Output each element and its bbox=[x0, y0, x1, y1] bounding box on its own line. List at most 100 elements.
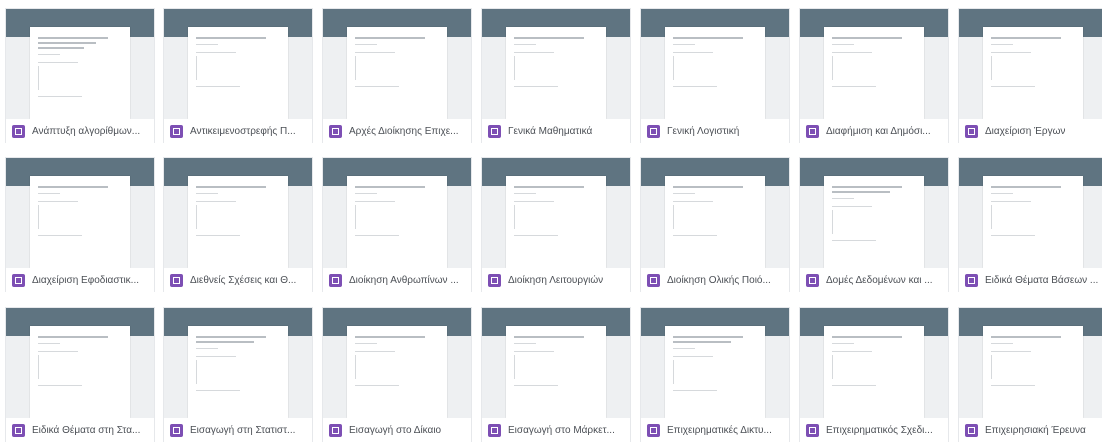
file-card[interactable]: Εισαγωγή στο Δίκαιο bbox=[322, 307, 472, 442]
thumbnail-page bbox=[983, 27, 1083, 119]
file-label-row[interactable]: Αρχές Διοίκησης Επιχε... bbox=[323, 119, 471, 143]
thumbnail-question-line bbox=[514, 86, 558, 87]
file-label-row[interactable]: Αντικειμενοστρεφής Π... bbox=[164, 119, 312, 143]
file-card[interactable]: Αρχές Διοίκησης Επιχε... bbox=[322, 8, 472, 143]
file-label-row[interactable]: Εισαγωγή στη Στατιστ... bbox=[164, 418, 312, 442]
thumbnail-subtext-line bbox=[38, 193, 60, 194]
thumbnail-question-line bbox=[514, 385, 558, 386]
thumbnail-title-line bbox=[355, 37, 425, 39]
file-card[interactable]: Διοίκηση Ολικής Ποιό... bbox=[640, 157, 790, 292]
file-label-row[interactable]: Διαχείριση Έργων bbox=[959, 119, 1102, 143]
forms-icon bbox=[170, 124, 183, 138]
file-card[interactable]: Επιχειρηματικός Σχεδι... bbox=[799, 307, 949, 442]
thumbnail-title-line bbox=[514, 336, 584, 338]
file-card[interactable]: Ανάπτυξη αλγορίθμων... bbox=[5, 8, 155, 143]
forms-icon bbox=[329, 124, 342, 138]
file-thumbnail bbox=[164, 9, 312, 119]
thumbnail-subtext-line bbox=[514, 343, 536, 344]
file-label-row[interactable]: Διοίκηση Ανθρωπίνων ... bbox=[323, 268, 471, 292]
file-card[interactable]: Επιχειρησιακή Έρευνα bbox=[958, 307, 1102, 442]
file-name: Δομές Δεδομένων και ... bbox=[826, 274, 933, 286]
file-label-row[interactable]: Δομές Δεδομένων και ... bbox=[800, 268, 948, 292]
file-label-row[interactable]: Γενικά Μαθηματικά bbox=[482, 119, 630, 143]
file-label-row[interactable]: Διοίκηση Λειτουργιών bbox=[482, 268, 630, 292]
thumbnail-title-line bbox=[355, 186, 425, 188]
file-name: Διαφήμιση και Δημόσι... bbox=[826, 125, 931, 137]
forms-icon bbox=[647, 124, 660, 138]
forms-icon bbox=[965, 423, 978, 437]
thumbnail-title-line bbox=[38, 37, 108, 39]
file-card[interactable]: Δομές Δεδομένων και ... bbox=[799, 157, 949, 292]
file-name: Επιχειρησιακή Έρευνα bbox=[985, 424, 1086, 436]
thumbnail-question-line bbox=[991, 52, 1031, 53]
file-label-row[interactable]: Γενική Λογιστική bbox=[641, 119, 789, 143]
file-name: Γενικά Μαθηματικά bbox=[508, 125, 593, 137]
file-label-row[interactable]: Ειδικά Θέματα στη Στα... bbox=[6, 418, 154, 442]
thumbnail-question-line bbox=[38, 62, 78, 63]
forms-icon bbox=[647, 273, 660, 287]
forms-icon bbox=[488, 423, 501, 437]
thumbnail-subtext-line bbox=[991, 44, 1013, 45]
thumbnail-question-line bbox=[196, 390, 240, 391]
file-card[interactable]: Διοίκηση Ανθρωπίνων ... bbox=[322, 157, 472, 292]
file-label-row[interactable]: Επιχειρηματικές Δικτυ... bbox=[641, 418, 789, 442]
thumbnail-title-line bbox=[514, 186, 584, 188]
thumbnail-question-line bbox=[38, 201, 78, 202]
file-thumbnail bbox=[6, 308, 154, 418]
thumbnail-question-line bbox=[355, 201, 395, 202]
file-card[interactable]: Διεθνείς Σχέσεις και Θ... bbox=[163, 157, 313, 292]
file-card[interactable]: Επιχειρηματικές Δικτυ... bbox=[640, 307, 790, 442]
file-name: Επιχειρηματικές Δικτυ... bbox=[667, 424, 772, 436]
file-label-row[interactable]: Διοίκηση Ολικής Ποιό... bbox=[641, 268, 789, 292]
file-label-row[interactable]: Διεθνείς Σχέσεις και Θ... bbox=[164, 268, 312, 292]
forms-icon bbox=[806, 423, 819, 437]
file-card[interactable]: Διαχείριση Έργων bbox=[958, 8, 1102, 143]
file-card[interactable]: Διαφήμιση και Δημόσι... bbox=[799, 8, 949, 143]
thumbnail-page bbox=[983, 326, 1083, 418]
file-label-row[interactable]: Εισαγωγή στο Μάρκετ... bbox=[482, 418, 630, 442]
file-card[interactable]: Διαχείριση Εφοδιαστικ... bbox=[5, 157, 155, 292]
file-card[interactable]: Εισαγωγή στη Στατιστ... bbox=[163, 307, 313, 442]
thumbnail-question-line bbox=[832, 385, 876, 386]
file-label-row[interactable]: Ανάπτυξη αλγορίθμων... bbox=[6, 119, 154, 143]
file-label-row[interactable]: Διαχείριση Εφοδιαστικ... bbox=[6, 268, 154, 292]
file-thumbnail bbox=[959, 308, 1102, 418]
file-card[interactable]: Ειδικά Θέματα Βάσεων ... bbox=[958, 157, 1102, 292]
thumbnail-title-line bbox=[196, 336, 266, 338]
thumbnail-question-line bbox=[196, 201, 236, 202]
thumbnail-page bbox=[824, 176, 924, 268]
file-label-row[interactable]: Διαφήμιση και Δημόσι... bbox=[800, 119, 948, 143]
thumbnail-question-line bbox=[38, 96, 82, 97]
thumbnail-question-line bbox=[832, 240, 876, 241]
file-thumbnail bbox=[959, 9, 1102, 119]
file-card[interactable]: Εισαγωγή στο Μάρκετ... bbox=[481, 307, 631, 442]
file-label-row[interactable]: Επιχειρηματικός Σχεδι... bbox=[800, 418, 948, 442]
file-label-row[interactable]: Επιχειρησιακή Έρευνα bbox=[959, 418, 1102, 442]
file-card[interactable]: Αντικειμενοστρεφής Π... bbox=[163, 8, 313, 143]
thumbnail-question-line bbox=[514, 52, 554, 53]
file-card[interactable]: Ειδικά Θέματα στη Στα... bbox=[5, 307, 155, 442]
file-thumbnail bbox=[800, 158, 948, 268]
file-card[interactable]: Γενική Λογιστική bbox=[640, 8, 790, 143]
thumbnail-page bbox=[30, 176, 130, 268]
file-thumbnail bbox=[482, 308, 630, 418]
thumbnail-title-line bbox=[196, 186, 266, 188]
file-card[interactable]: Διοίκηση Λειτουργιών bbox=[481, 157, 631, 292]
thumbnail-question-line bbox=[355, 351, 395, 352]
thumbnail-title-line bbox=[832, 336, 902, 338]
file-name: Γενική Λογιστική bbox=[667, 125, 740, 137]
thumbnail-subtext-line bbox=[832, 44, 854, 45]
file-label-row[interactable]: Ειδικά Θέματα Βάσεων ... bbox=[959, 268, 1102, 292]
thumbnail-answer-line bbox=[514, 355, 515, 379]
thumbnail-answer-line bbox=[196, 56, 197, 80]
thumbnail-page bbox=[506, 326, 606, 418]
file-label-row[interactable]: Εισαγωγή στο Δίκαιο bbox=[323, 418, 471, 442]
thumbnail-subtext-line bbox=[196, 348, 218, 349]
thumbnail-page bbox=[665, 27, 765, 119]
file-card[interactable]: Γενικά Μαθηματικά bbox=[481, 8, 631, 143]
thumbnail-subtext-line bbox=[514, 44, 536, 45]
thumbnail-subtext-line bbox=[673, 348, 695, 349]
thumbnail-question-line bbox=[673, 52, 713, 53]
file-thumbnail bbox=[641, 9, 789, 119]
thumbnail-question-line bbox=[832, 52, 872, 53]
